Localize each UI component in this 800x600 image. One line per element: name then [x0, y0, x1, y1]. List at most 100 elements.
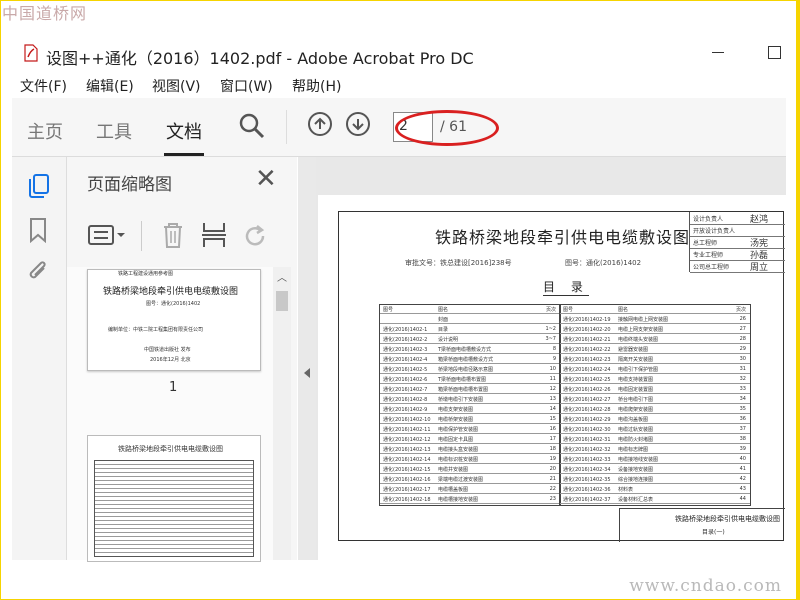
toc-code: 图号	[383, 307, 394, 313]
toc-code: 通化(2016)1402-5	[383, 367, 428, 373]
toc-page: 14	[549, 406, 556, 412]
toc-code: 通化(2016)1402-12	[383, 437, 431, 443]
menu-edit[interactable]: 编辑(E)	[86, 76, 134, 96]
crop-page-icon[interactable]	[201, 221, 227, 249]
previous-page-button[interactable]	[308, 112, 332, 136]
toc-row: 通化(2016)1402-28 电缆爬架安装图 35	[560, 405, 750, 414]
toc-name: T梁桥面电缆槽敷设方式	[438, 347, 492, 353]
toc-code: 通化(2016)1402-13	[383, 447, 431, 453]
thumbnail-scrollbar[interactable]: ︿	[273, 267, 291, 560]
toc-name: 电缆接头盒安装图	[438, 447, 479, 453]
toc-code: 通化(2016)1402-25	[563, 377, 611, 383]
menu-file[interactable]: 文件(F)	[20, 76, 67, 96]
collapse-arrow-icon[interactable]	[303, 367, 311, 379]
toc-row: 通化(2016)1402-6 T梁桥面电缆槽布置图 11	[380, 375, 560, 384]
toc-code: 通化(2016)1402-4	[383, 357, 428, 363]
toc-code: 通化(2016)1402-26	[563, 387, 611, 393]
stamp-label: 公司总工程师	[693, 264, 730, 271]
toc-name: 封面	[438, 317, 449, 323]
toc-row: 通化(2016)1402-34 设备接地安装图 41	[560, 465, 750, 474]
page-thumbnail-1[interactable]: 铁路工程建设通用参考图 铁路桥梁地段牵引供电电缆敷设图 图号：通化(2016)1…	[87, 269, 261, 371]
toc-name: 箱梁桥面电缆槽布置图	[438, 387, 489, 393]
toc-page: 28	[739, 336, 746, 342]
toc-name: 箱梁桥面电缆槽敷设方式	[438, 357, 494, 363]
toc-code: 通化(2016)1402-22	[563, 347, 611, 353]
toc-name: 电缆保护管安装图	[438, 427, 479, 433]
toc-page: 20	[549, 466, 556, 472]
toc-row: 通化(2016)1402-16 梁端电缆过渡安装图 21	[380, 475, 560, 484]
toc-page: 32	[739, 376, 746, 382]
scrollbar-thumb[interactable]	[276, 291, 288, 311]
toc-page: 26	[739, 316, 746, 322]
tab-tools[interactable]: 工具	[96, 118, 132, 144]
toc-row: 通化(2016)1402-3 T梁桥面电缆槽敷设方式 8	[380, 345, 560, 354]
maximize-button[interactable]	[768, 46, 781, 59]
menu-help[interactable]: 帮助(H)	[292, 76, 341, 96]
toc-name: 图名	[438, 307, 449, 313]
toc-row: 通化(2016)1402-4 箱梁桥面电缆槽敷设方式 9	[380, 355, 560, 364]
tab-document[interactable]: 文档	[166, 118, 202, 144]
toc-row: 通化(2016)1402-2 设计说明 3~7	[380, 335, 560, 344]
toc-page: 17	[549, 436, 556, 442]
rotate-icon[interactable]	[243, 223, 269, 249]
toc-code: 通化(2016)1402-30	[563, 427, 611, 433]
toc-page: 29	[739, 346, 746, 352]
watermark-bottom: www.cndao.com	[629, 576, 782, 596]
attachment-icon[interactable]	[26, 259, 50, 285]
panel-toolbar-divider	[141, 221, 142, 251]
toc-row: 通化(2016)1402-22 避雷器安装图 29	[560, 345, 750, 354]
active-tab-indicator	[164, 153, 204, 156]
toc-code: 通化(2016)1402-35	[563, 477, 611, 483]
toc-code: 通化(2016)1402-28	[563, 407, 611, 413]
toc-page: 8	[552, 346, 556, 352]
toc-row: 通化(2016)1402-31 电缆防火封堵图 38	[560, 435, 750, 444]
thumbnail-list: 铁路工程建设通用参考图 铁路桥梁地段牵引供电电缆敷设图 图号：通化(2016)1…	[67, 267, 273, 562]
panel-splitter[interactable]	[298, 157, 316, 560]
close-panel-button[interactable]: ✕	[255, 166, 277, 192]
menu-view[interactable]: 视图(V)	[152, 76, 201, 96]
toc-row: 通化(2016)1402-21 电缆终端头安装图 28	[560, 335, 750, 344]
panel-toolbar	[67, 215, 297, 259]
toc-row: 图号 图名 页次	[380, 305, 560, 314]
toc-table-right: 图号 图名 页次 通化(2016)1402-19 接触网电缆上网安装图 26 通化(2016…	[559, 304, 751, 506]
toc-code: 通化(2016)1402-16	[383, 477, 431, 483]
next-page-button[interactable]	[346, 112, 370, 136]
toc-row: 通化(2016)1402-36 材料表 43	[560, 485, 750, 494]
thumb1-title: 铁路桥梁地段牵引供电电缆敷设图	[103, 287, 239, 297]
toc-code: 通化(2016)1402-29	[563, 417, 611, 423]
toc-name: 桥墩电缆引下安装图	[438, 397, 484, 403]
delete-icon[interactable]	[161, 221, 185, 249]
toc-page: 10	[549, 366, 556, 372]
toc-code: 通化(2016)1402-21	[563, 337, 611, 343]
bookmark-icon[interactable]	[29, 217, 47, 243]
toc-name: 电缆爬架安装图	[618, 407, 654, 413]
scroll-up-arrow-icon[interactable]: ︿	[277, 269, 287, 284]
toc-name: 电缆固定装置图	[618, 387, 654, 393]
toc-page: 40	[739, 456, 746, 462]
thumbnail-options-icon[interactable]	[87, 223, 127, 249]
window-title: 设图++通化（2016）1402.pdf - Adobe Acrobat Pro…	[46, 49, 474, 68]
toc-code: 通化(2016)1402-18	[383, 497, 431, 503]
signature-block: 设计负责人 赵鸿 开放设计负责人 总工程师 汤宪 专业工程师 孙磊 公司总工程师 周立	[689, 212, 785, 273]
toc-name: 电缆标志牌图	[618, 447, 649, 453]
toc-row: 通化(2016)1402-23 隔离开关安装图 30	[560, 355, 750, 364]
page-thumbnails-icon[interactable]	[28, 173, 50, 199]
thumb1-code: 图号：通化(2016)1402	[146, 301, 201, 307]
toc-name: T梁桥面电缆槽布置图	[438, 377, 487, 383]
page-thumbnail-2[interactable]: 铁路桥梁地段牵引供电电缆敷设图	[87, 435, 261, 562]
minimize-button[interactable]	[712, 52, 724, 53]
toc-code: 通化(2016)1402-1	[383, 327, 428, 333]
toc-name: 避雷器安装图	[618, 347, 649, 353]
toc-row: 通化(2016)1402-32 电缆标志牌图 39	[560, 445, 750, 454]
toc-name: 电缆支持装置图	[618, 377, 654, 383]
toc-code: 通化(2016)1402-24	[563, 367, 611, 373]
menu-window[interactable]: 窗口(W)	[220, 76, 273, 96]
tab-home[interactable]: 主页	[27, 118, 63, 144]
toc-name: 电缆桥架安装图	[438, 417, 474, 423]
search-icon[interactable]	[238, 112, 266, 140]
title-block-title: 铁路桥梁地段牵引供电电缆敷设图	[675, 515, 780, 523]
toc-name: 设备材料汇总表	[618, 497, 654, 503]
toc-page: 31	[739, 366, 746, 372]
document-title: 铁路桥梁地段牵引供电电缆敷设图	[435, 228, 691, 247]
toc-page: 36	[739, 416, 746, 422]
